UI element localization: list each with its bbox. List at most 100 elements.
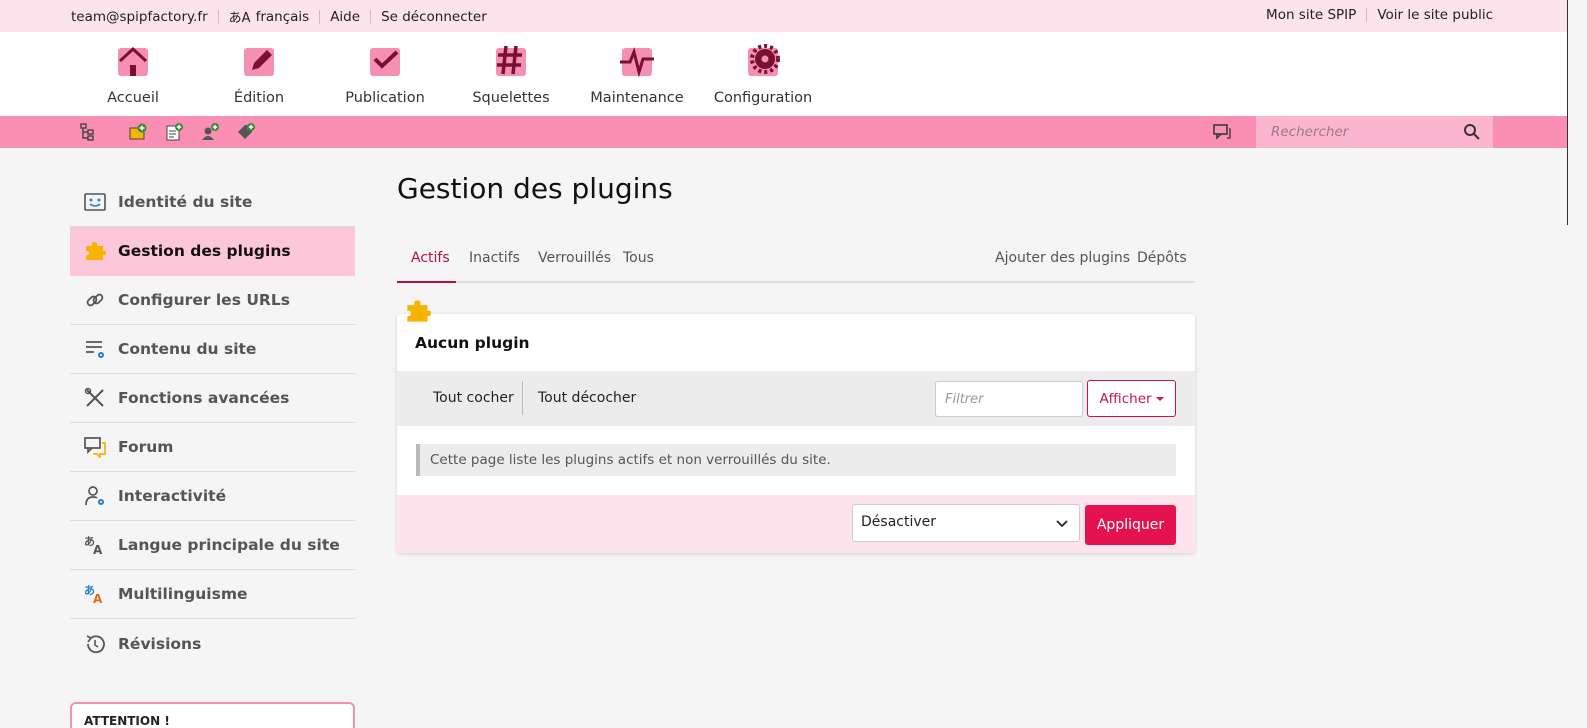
sidebar-item-label: Révisions (118, 634, 202, 653)
active-tab-indicator (397, 281, 456, 283)
help-link[interactable]: Aide (330, 9, 360, 25)
info-notice: Cette page liste les plugins actifs et n… (416, 444, 1176, 476)
nav-label: Publication (345, 90, 425, 106)
show-dropdown-button[interactable]: Afficher (1087, 380, 1176, 417)
top-bar-right: Mon site SPIP Voir le site public (1266, 7, 1493, 23)
uncheck-all-button[interactable]: Tout décocher (538, 390, 636, 406)
separator (1366, 8, 1368, 22)
nav-item-maintenance[interactable]: Maintenance (574, 44, 700, 106)
window-edge (1567, 0, 1568, 225)
new-article-icon[interactable] (165, 123, 183, 141)
sidebar-item-fonctions[interactable]: Fonctions avancées (70, 374, 355, 423)
user-settings-icon (84, 485, 106, 507)
edit-icon (242, 44, 276, 78)
sidebar-item-plugins[interactable]: Gestion des plugins (70, 227, 355, 276)
separator (522, 381, 523, 415)
sidebar-item-contenu[interactable]: Contenu du site (70, 325, 355, 374)
new-author-icon[interactable] (201, 123, 219, 141)
bulk-actions-bar: Tout cocher Tout décocher Afficher (397, 371, 1195, 426)
nav-label: Accueil (107, 90, 159, 106)
user-email-link[interactable]: team@spipfactory.fr (71, 9, 208, 25)
nav-label: Squelettes (472, 90, 550, 106)
messages-icon[interactable] (1213, 123, 1231, 141)
sidebar-item-label: Gestion des plugins (118, 242, 291, 260)
panel-footer: Désactiver Appliquer (397, 495, 1195, 553)
new-keyword-icon[interactable] (237, 123, 255, 141)
forum-icon (84, 436, 106, 458)
tools-icon (84, 387, 106, 409)
hash-icon (494, 44, 528, 78)
apply-button[interactable]: Appliquer (1085, 505, 1176, 545)
search-icon[interactable] (1463, 123, 1481, 141)
action-select-value: Désactiver (861, 514, 936, 530)
sidebar-item-label: Interactivité (118, 487, 227, 505)
language-link[interactable]: français (256, 9, 310, 25)
site-tree-icon[interactable] (79, 123, 97, 141)
sidebar-item-label: Configurer les URLs (118, 291, 290, 309)
quick-toolbar (0, 116, 1568, 148)
tab-tous[interactable]: Tous (623, 250, 654, 266)
plugin-tabs: Actifs Inactifs Verrouillés Tous Ajouter… (397, 240, 1195, 283)
sidebar-item-identite[interactable]: Identité du site (70, 178, 355, 227)
tab-ajouter-plugins[interactable]: Ajouter des plugins (995, 250, 1130, 266)
top-bar-left: team@spipfactory.fr あA français Aide Se … (71, 7, 487, 27)
tab-inactifs[interactable]: Inactifs (469, 250, 520, 266)
attention-box: ATTENTION ! (70, 702, 355, 728)
nav-item-configuration[interactable]: Configuration (700, 44, 826, 106)
puzzle-icon (84, 240, 106, 262)
nav-item-accueil[interactable]: Accueil (70, 44, 196, 106)
separator (370, 9, 372, 24)
new-rubrique-icon[interactable] (129, 123, 147, 141)
nav-label: Maintenance (590, 90, 684, 106)
caret-down-icon (1155, 396, 1164, 401)
show-button-label: Afficher (1099, 390, 1152, 407)
sidebar-item-revisions[interactable]: Révisions (70, 619, 355, 668)
filter-input[interactable] (935, 381, 1083, 417)
config-sidebar: Identité du site Gestion des plugins Con… (70, 178, 355, 668)
tab-depots[interactable]: Dépôts (1137, 250, 1187, 266)
action-select[interactable]: Désactiver (852, 504, 1080, 542)
search-box (1256, 116, 1493, 148)
pulse-icon (620, 44, 654, 78)
gear-icon (746, 44, 780, 78)
sidebar-item-label: Forum (118, 438, 174, 456)
home-icon (116, 44, 150, 78)
chevron-down-icon (1056, 520, 1068, 528)
link-icon (84, 289, 106, 311)
public-site-link[interactable]: Voir le site public (1377, 7, 1493, 23)
sidebar-item-urls[interactable]: Configurer les URLs (70, 276, 355, 325)
tab-verrouilles[interactable]: Verrouillés (538, 250, 611, 266)
check-all-button[interactable]: Tout cocher (433, 390, 514, 406)
identity-icon (84, 191, 106, 213)
separator (319, 9, 321, 24)
top-bar: team@spipfactory.fr あA français Aide Se … (0, 0, 1568, 32)
panel-title: Aucun plugin (415, 334, 530, 352)
tab-actifs[interactable]: Actifs (411, 250, 450, 266)
language-icon: あA (84, 534, 106, 556)
sidebar-item-langue[interactable]: あA Langue principale du site (70, 521, 355, 570)
separator (217, 9, 219, 24)
history-icon (84, 633, 106, 655)
sidebar-item-label: Identité du site (118, 193, 253, 211)
language-icon: あA (228, 11, 251, 26)
page-title: Gestion des plugins (397, 172, 673, 205)
sidebar-item-forum[interactable]: Forum (70, 423, 355, 472)
nav-item-publication[interactable]: Publication (322, 44, 448, 106)
main-navigation: Accueil Édition Publication Squelettes M… (0, 32, 1568, 116)
nav-item-squelettes[interactable]: Squelettes (448, 44, 574, 106)
nav-item-edition[interactable]: Édition (196, 44, 322, 106)
sidebar-item-label: Fonctions avancées (118, 389, 290, 407)
sidebar-item-label: Multilinguisme (118, 585, 248, 603)
content-settings-icon (84, 338, 106, 360)
check-icon (368, 44, 402, 78)
search-input[interactable] (1256, 116, 1446, 148)
sidebar-item-interactivite[interactable]: Interactivité (70, 472, 355, 521)
my-site-link[interactable]: Mon site SPIP (1266, 7, 1356, 23)
multilang-icon: あA (84, 583, 106, 605)
sidebar-item-label: Contenu du site (118, 340, 257, 358)
puzzle-icon (407, 300, 431, 322)
logout-link[interactable]: Se déconnecter (381, 9, 487, 25)
sidebar-item-multilinguisme[interactable]: あA Multilinguisme (70, 570, 355, 619)
nav-label: Configuration (713, 90, 813, 106)
sidebar-item-label: Langue principale du site (118, 536, 340, 554)
